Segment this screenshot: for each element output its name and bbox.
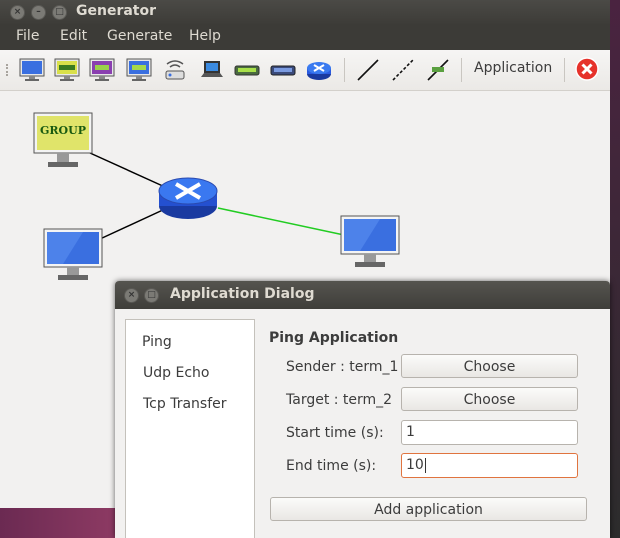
- target-label: Target : term_2: [286, 392, 393, 408]
- group-icon[interactable]: [53, 56, 81, 84]
- choose-target-button[interactable]: Choose: [401, 387, 578, 411]
- list-item-udp-echo[interactable]: Udp Echo: [143, 365, 209, 381]
- window-maximize-icon[interactable]: □: [52, 5, 67, 20]
- close-red-icon[interactable]: [574, 56, 600, 82]
- group-label: GROUP: [40, 124, 86, 137]
- sender-label: Sender : term_1: [286, 359, 399, 375]
- application-button[interactable]: Application: [474, 60, 552, 76]
- wired-link: [89, 152, 166, 188]
- wired-link-icon[interactable]: [354, 56, 382, 84]
- switch-icon[interactable]: [269, 56, 297, 84]
- terminal-group-icon[interactable]: [125, 56, 153, 84]
- window-minimize-icon[interactable]: –: [31, 5, 46, 20]
- toolbar-separator: [564, 58, 565, 82]
- access-point-icon[interactable]: [161, 56, 189, 84]
- dialog-title-bar: × □ Application Dialog: [115, 281, 610, 309]
- emulated-terminal-icon[interactable]: [88, 56, 116, 84]
- desktop-panel: [0, 508, 115, 538]
- toolbar-separator: [461, 58, 462, 82]
- wired-link: [99, 208, 166, 240]
- choose-sender-button[interactable]: Choose: [401, 354, 578, 378]
- dialog-close-icon[interactable]: ×: [124, 288, 139, 303]
- window-title: Generator: [76, 3, 157, 19]
- toolbar-grip[interactable]: [6, 64, 11, 76]
- window-close-icon[interactable]: ×: [10, 5, 25, 20]
- text-caret: [424, 457, 426, 473]
- end-time-value: 10: [406, 457, 424, 473]
- toolbar: Application: [0, 50, 610, 91]
- title-bar: × – □ Generator: [0, 0, 610, 24]
- menu-file[interactable]: File: [16, 28, 39, 44]
- start-time-input[interactable]: 1: [401, 420, 578, 445]
- menu-generate[interactable]: Generate: [107, 28, 172, 44]
- end-time-input[interactable]: 10: [401, 453, 578, 478]
- menu-bar: File Edit Generate Help: [0, 24, 610, 50]
- start-time-value: 1: [406, 424, 415, 440]
- toolbar-separator: [344, 58, 345, 82]
- wireless-link: [217, 207, 345, 236]
- dialog-title: Application Dialog: [170, 286, 315, 302]
- terminal-icon[interactable]: [18, 56, 46, 84]
- menu-edit[interactable]: Edit: [60, 28, 87, 44]
- list-item-ping[interactable]: Ping: [142, 334, 172, 350]
- terminal-node[interactable]: [340, 215, 400, 269]
- terminal-node[interactable]: [43, 228, 103, 282]
- desktop-background: [610, 0, 620, 538]
- application-list[interactable]: Ping Udp Echo Tcp Transfer: [125, 319, 255, 538]
- application-dialog: × □ Application Dialog Ping Udp Echo Tcp…: [115, 281, 610, 538]
- delete-link-icon[interactable]: [424, 56, 452, 84]
- group-node[interactable]: GROUP: [33, 112, 93, 170]
- laptop-icon[interactable]: [198, 56, 226, 84]
- hub-icon[interactable]: [233, 56, 261, 84]
- add-application-button[interactable]: Add application: [270, 497, 587, 521]
- list-item-tcp-transfer[interactable]: Tcp Transfer: [143, 396, 227, 412]
- menu-help[interactable]: Help: [189, 28, 221, 44]
- router-icon[interactable]: [305, 56, 333, 84]
- section-title: Ping Application: [269, 330, 399, 346]
- wireless-link-icon[interactable]: [389, 56, 417, 84]
- end-time-label: End time (s):: [286, 458, 377, 474]
- dialog-maximize-icon[interactable]: □: [144, 288, 159, 303]
- router-node[interactable]: [158, 174, 218, 220]
- start-time-label: Start time (s):: [286, 425, 384, 441]
